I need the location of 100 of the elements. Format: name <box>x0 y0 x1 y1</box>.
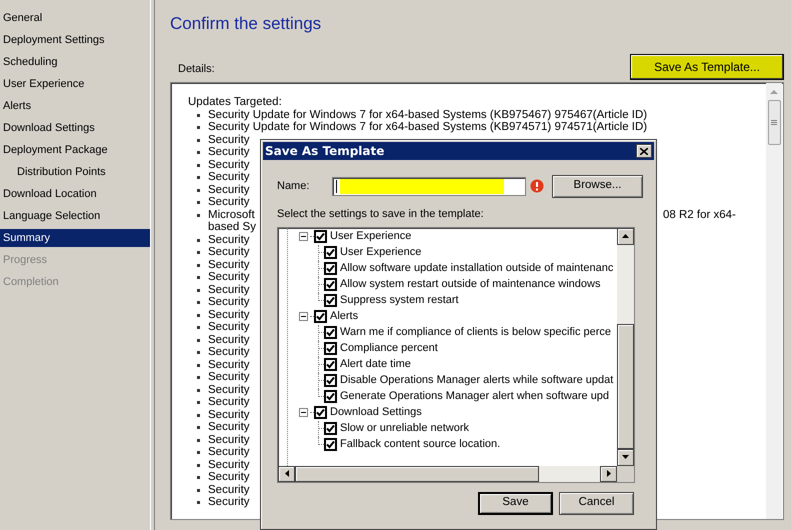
bullet-icon <box>197 251 200 254</box>
update-item: Security Update for Windows 7 for x64-based Systems (KB975467) 975467(Article ID) <box>208 108 648 121</box>
bullet-icon <box>197 376 200 379</box>
collapse-icon[interactable] <box>299 312 308 321</box>
scrollbar-corner <box>617 466 634 482</box>
bullet-icon <box>197 214 200 216</box>
collapse-icon[interactable] <box>299 232 308 241</box>
update-item: Security <box>208 296 250 308</box>
update-item: Security <box>208 496 250 508</box>
tree-item-label: Allow system restart outside of maintenance windows <box>340 277 600 292</box>
checkbox[interactable] <box>324 278 337 291</box>
tree-item-label: Disable Operations Manager alerts while software updat <box>340 373 614 388</box>
scrollbar-thumb[interactable] <box>768 100 780 145</box>
checkbox[interactable] <box>314 310 327 323</box>
sidebar-item[interactable]: Deployment Settings <box>0 31 150 49</box>
scroll-left-icon <box>284 470 288 477</box>
name-field[interactable] <box>332 176 526 196</box>
tree-label: Select the settings to save in the template: <box>276 207 485 222</box>
sidebar-item[interactable]: Summary <box>0 229 150 247</box>
checkbox[interactable] <box>324 358 337 371</box>
bullet-icon <box>197 176 200 179</box>
checkbox[interactable] <box>314 406 327 419</box>
checkbox[interactable] <box>324 246 337 259</box>
update-item: Security <box>208 234 250 246</box>
bullet-icon <box>197 401 200 404</box>
browse-button[interactable]: Browse... <box>552 174 643 198</box>
sidebar-item[interactable]: Distribution Points <box>0 163 150 181</box>
bullet-icon <box>197 488 200 492</box>
bullet-icon <box>197 326 200 329</box>
tree-item-label: Suppress system restart <box>340 293 459 308</box>
close-button[interactable] <box>636 144 652 158</box>
update-item: Security <box>208 158 250 171</box>
bullet-icon <box>197 138 200 142</box>
checkbox[interactable] <box>324 294 337 307</box>
update-item: Security <box>208 371 250 384</box>
scroll-left-button[interactable] <box>278 466 295 482</box>
scrollbar-thumb[interactable] <box>295 466 539 482</box>
update-item: Security Update for Windows 7 for x64-based Systems (KB974571) 974571(Article ID) <box>208 121 648 134</box>
tree-item-label: Warn me if compliance of clients is below specific perce <box>340 325 612 340</box>
dialog-button[interactable]: Save <box>478 492 553 514</box>
scrollbar-thumb[interactable] <box>617 324 634 448</box>
tree-item-label: Alert date time <box>340 357 411 372</box>
details-heading: Updates Targeted: <box>187 96 283 108</box>
dialog-button[interactable]: Cancel <box>559 492 634 514</box>
update-item: Security <box>208 146 250 158</box>
update-item: Security <box>208 408 250 421</box>
update-item: Security <box>208 171 250 184</box>
vertical-scrollbar[interactable] <box>617 228 634 466</box>
update-item: Security <box>208 396 250 408</box>
update-item: Security <box>208 271 250 284</box>
update-item: Security <box>208 196 250 208</box>
update-item: Security <box>208 358 250 371</box>
sidebar-item[interactable]: Alerts <box>0 97 150 115</box>
collapse-icon[interactable] <box>299 408 308 417</box>
bullet-icon <box>197 238 200 242</box>
checkbox[interactable] <box>324 342 337 355</box>
sidebar-item[interactable]: Download Location <box>0 185 150 203</box>
vertical-scrollbar[interactable] <box>766 83 782 519</box>
checkbox[interactable] <box>314 230 327 243</box>
tree-item-label: Download Settings <box>330 405 422 420</box>
checkbox[interactable] <box>324 374 337 387</box>
update-item: Security <box>208 284 250 296</box>
error-icon <box>530 179 544 193</box>
update-item: Security <box>208 458 250 471</box>
sidebar-item[interactable]: Deployment Package <box>0 141 150 159</box>
save-as-template-button[interactable]: Save As Template... <box>630 54 784 80</box>
bullet-icon <box>197 164 200 166</box>
bullet-icon <box>197 438 200 442</box>
checkbox[interactable] <box>324 438 337 451</box>
sidebar-item[interactable]: Language Selection <box>0 207 150 225</box>
sidebar-item[interactable]: Scheduling <box>0 53 150 71</box>
bullet-icon <box>197 126 200 129</box>
bullet-icon <box>197 114 200 116</box>
tree-item-label: Compliance percent <box>340 341 438 356</box>
sidebar-item[interactable]: User Experience <box>0 75 150 93</box>
checkbox[interactable] <box>324 422 337 435</box>
sidebar-item[interactable]: Download Settings <box>0 119 150 137</box>
update-item: Security <box>208 246 250 258</box>
tree-item-label: Alerts <box>330 309 358 324</box>
scroll-up-icon <box>622 234 629 238</box>
checkbox[interactable] <box>324 390 337 403</box>
update-item: Security <box>208 321 250 334</box>
horizontal-scrollbar[interactable] <box>278 466 617 482</box>
update-item: Security <box>208 446 250 458</box>
checkbox[interactable] <box>324 326 337 339</box>
update-item: Security <box>208 434 250 446</box>
update-item: Security <box>208 308 250 321</box>
scroll-right-icon <box>606 470 610 477</box>
bullet-icon <box>197 288 200 292</box>
sidebar-item[interactable]: General <box>0 9 150 27</box>
scroll-right-button[interactable] <box>600 466 617 482</box>
scroll-up-button[interactable] <box>617 228 634 244</box>
bullet-icon <box>197 264 200 266</box>
close-icon <box>640 148 648 154</box>
checkbox[interactable] <box>324 262 337 275</box>
scroll-down-button[interactable] <box>617 448 634 466</box>
name-label: Name: <box>277 178 310 194</box>
update-item: Security <box>208 384 250 396</box>
bullet-icon <box>197 414 200 416</box>
bullet-icon <box>197 201 200 204</box>
